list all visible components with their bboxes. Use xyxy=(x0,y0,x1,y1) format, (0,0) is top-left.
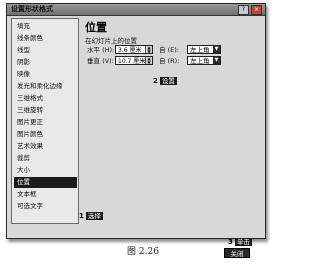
category-item-line-style[interactable]: 线型 xyxy=(14,45,77,56)
close-icon[interactable]: × xyxy=(251,5,262,15)
category-item-alt-text[interactable]: 可选文字 xyxy=(14,201,77,212)
category-item-size[interactable]: 大小 xyxy=(14,165,77,176)
spin-arrows-icon[interactable]: ▲ ▼ xyxy=(145,46,152,53)
category-item-artistic-effects[interactable]: 艺术效果 xyxy=(14,141,77,152)
callout-step-2: 2 设置 xyxy=(153,76,177,86)
callout-step-1: 1 选择 xyxy=(79,211,103,221)
spin-arrows-icon[interactable]: ▲ ▼ xyxy=(145,57,152,64)
category-item-position[interactable]: 位置 xyxy=(14,177,77,188)
vertical-from-value: 左上角 xyxy=(190,57,210,65)
vertical-label: 垂直 (V): xyxy=(87,57,114,65)
category-item-picture-color[interactable]: 图片颜色 xyxy=(14,129,77,140)
callout-number: 1 xyxy=(79,212,84,220)
vertical-from-select[interactable]: 左上角 ▼ xyxy=(187,56,221,65)
category-item-crop[interactable]: 裁剪 xyxy=(14,153,77,164)
category-item-3d-format[interactable]: 三维格式 xyxy=(14,93,77,104)
panel-subtitle: 在幻灯片上的位置 xyxy=(85,37,137,45)
panel-title: 位置 xyxy=(85,21,107,34)
category-item-fill[interactable]: 填充 xyxy=(14,21,77,32)
help-button[interactable]: ? xyxy=(238,5,249,15)
horizontal-label: 水平 (H): xyxy=(87,46,115,54)
callout-tag: 设置 xyxy=(159,77,177,85)
horizontal-from-label: 自 (E): xyxy=(159,46,179,54)
horizontal-from-select[interactable]: 左上角 ▼ xyxy=(187,45,221,54)
category-item-shadow[interactable]: 阴影 xyxy=(14,57,77,68)
dialog-titlebar[interactable]: 设置形状格式 ? × xyxy=(7,4,265,16)
horizontal-position-input[interactable]: 3.6 厘米 ▲ ▼ xyxy=(115,45,153,54)
chevron-down-icon[interactable]: ▼ xyxy=(213,57,220,64)
category-item-line-color[interactable]: 线条颜色 xyxy=(14,33,77,44)
category-item-picture-corrections[interactable]: 图片更正 xyxy=(14,117,77,128)
horizontal-position-value: 3.6 厘米 xyxy=(118,47,142,54)
chevron-down-icon[interactable]: ▼ xyxy=(213,46,220,53)
figure-caption: 图 2.26 xyxy=(127,247,159,257)
category-list: 填充 线条颜色 线型 阴影 映像 发光和柔化边缘 三维格式 三维旋转 图片更正 … xyxy=(11,18,79,224)
category-item-glow-soft-edges[interactable]: 发光和柔化边缘 xyxy=(14,81,77,92)
callout-number: 2 xyxy=(153,77,158,85)
vertical-position-input[interactable]: 10.7 厘米 ▲ ▼ xyxy=(115,56,153,65)
vertical-position-value: 10.7 厘米 xyxy=(118,58,146,65)
category-item-text-box[interactable]: 文本框 xyxy=(14,189,77,200)
callout-tag: 选择 xyxy=(85,212,103,220)
dialog-title: 设置形状格式 xyxy=(11,5,53,13)
horizontal-from-value: 左上角 xyxy=(190,46,210,54)
vertical-from-label: 自 (R): xyxy=(159,57,180,65)
category-item-3d-rotation[interactable]: 三维旋转 xyxy=(14,105,77,116)
format-shape-dialog: 设置形状格式 ? × 填充 线条颜色 线型 阴影 映像 发光和柔化边缘 三维格式… xyxy=(6,3,266,246)
category-item-reflection[interactable]: 映像 xyxy=(14,69,77,80)
